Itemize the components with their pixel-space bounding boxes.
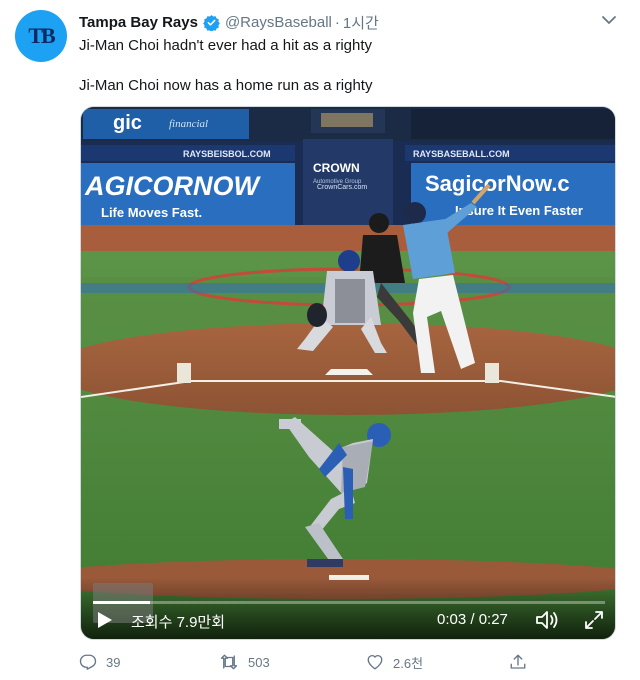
retweet-button[interactable]: 503 xyxy=(219,650,270,674)
right-ad-text: SagicorNow.c xyxy=(425,171,570,196)
like-count: 2.6천 xyxy=(393,655,424,671)
tweet-actions: 39 503 2.6천 xyxy=(79,650,549,674)
video-player[interactable]: gic financial RAYSBEISBOL.COM AGICORNOW … xyxy=(80,106,616,640)
video-controls: 조회수 7.9만회 0:03 / 0:27 xyxy=(81,597,615,639)
reply-icon xyxy=(79,654,97,670)
video-progress-fill xyxy=(93,601,150,604)
left-ad-sub: Life Moves Fast. xyxy=(101,205,202,220)
fullscreen-icon[interactable] xyxy=(583,609,605,631)
crown-ad-url: CrownCars.com xyxy=(317,184,367,191)
top-left-ad-sub: financial xyxy=(169,118,208,130)
avatar-logo-text: TB xyxy=(28,23,55,48)
tweet-text-line-2: Ji-Man Choi now has a home run as a righ… xyxy=(79,77,373,94)
crown-ad-top: CROWN xyxy=(313,161,360,175)
share-icon xyxy=(510,654,526,669)
top-left-ad xyxy=(83,109,249,139)
left-url: RAYSBEISBOL.COM xyxy=(183,149,271,159)
separator-dot: · xyxy=(334,14,340,31)
share-button[interactable] xyxy=(509,650,536,674)
retweet-icon xyxy=(220,654,238,670)
reply-button[interactable]: 39 xyxy=(79,650,120,674)
video-progress-bar[interactable] xyxy=(93,601,605,604)
more-options-chevron-icon[interactable] xyxy=(598,10,620,30)
tweet-header: Tampa Bay Rays @RaysBaseball · 1시간 xyxy=(79,12,379,33)
verified-badge-icon xyxy=(203,14,220,31)
avatar[interactable]: TB xyxy=(15,10,67,62)
timestamp[interactable]: 1시간 xyxy=(343,12,379,33)
retweet-count: 503 xyxy=(248,654,270,670)
like-button[interactable]: 2.6천 xyxy=(366,650,423,674)
play-icon[interactable] xyxy=(97,611,113,629)
video-time: 0:03 / 0:27 xyxy=(437,611,508,628)
handle[interactable]: @RaysBaseball xyxy=(225,14,332,31)
left-ad-text: AGICORNOW xyxy=(84,171,262,201)
video-frame: gic financial RAYSBEISBOL.COM AGICORNOW … xyxy=(81,107,615,639)
heart-icon xyxy=(367,654,383,670)
right-url: RAYSBASEBALL.COM xyxy=(413,149,510,159)
volume-icon[interactable] xyxy=(535,609,559,631)
top-left-ad-text: gic xyxy=(113,112,142,134)
tweet-text-line-1: Ji-Man Choi hadn't ever had a hit as a r… xyxy=(79,37,373,54)
reply-count: 39 xyxy=(106,654,121,670)
display-name[interactable]: Tampa Bay Rays xyxy=(79,14,198,31)
tweet: TB Tampa Bay Rays @RaysBaseball · 1시간 Ji… xyxy=(0,0,640,680)
view-count: 조회수 7.9만회 xyxy=(131,614,226,631)
